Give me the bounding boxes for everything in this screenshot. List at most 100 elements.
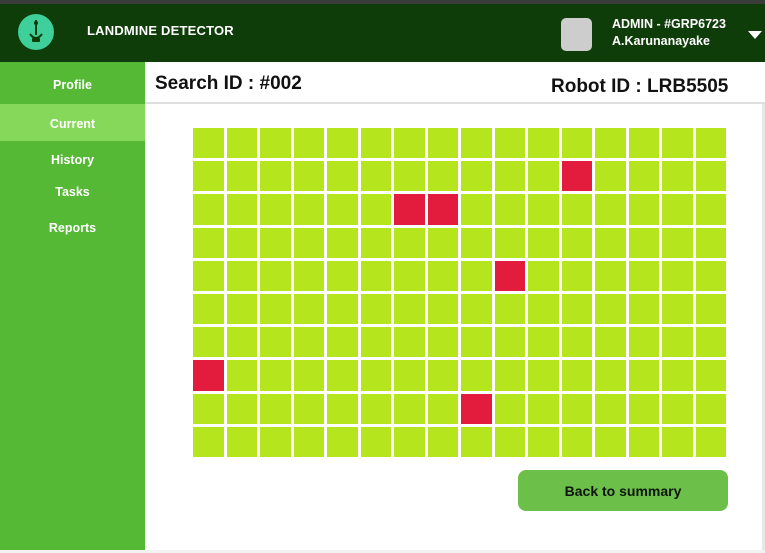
grid-cell[interactable]	[394, 426, 425, 457]
grid-cell[interactable]	[528, 227, 559, 258]
grid-cell[interactable]	[528, 426, 559, 457]
grid-cell[interactable]	[628, 227, 659, 258]
grid-cell[interactable]	[427, 227, 458, 258]
grid-cell[interactable]	[695, 360, 726, 391]
grid-cell[interactable]	[360, 294, 391, 325]
grid-cell-mine[interactable]	[561, 161, 592, 192]
grid-cell[interactable]	[193, 128, 224, 159]
grid-cell[interactable]	[360, 426, 391, 457]
grid-cell[interactable]	[561, 227, 592, 258]
grid-cell[interactable]	[394, 360, 425, 391]
grid-cell[interactable]	[528, 294, 559, 325]
grid-cell[interactable]	[528, 260, 559, 291]
grid-cell[interactable]	[494, 426, 525, 457]
grid-cell[interactable]	[695, 260, 726, 291]
grid-cell[interactable]	[461, 426, 492, 457]
grid-cell[interactable]	[226, 260, 257, 291]
grid-cell[interactable]	[193, 294, 224, 325]
grid-cell[interactable]	[662, 393, 693, 424]
grid-cell[interactable]	[394, 294, 425, 325]
grid-cell[interactable]	[561, 194, 592, 225]
grid-cell[interactable]	[528, 393, 559, 424]
grid-cell[interactable]	[695, 426, 726, 457]
grid-cell[interactable]	[260, 161, 291, 192]
grid-cell[interactable]	[595, 227, 626, 258]
grid-cell-mine[interactable]	[394, 194, 425, 225]
grid-cell[interactable]	[695, 161, 726, 192]
grid-cell[interactable]	[293, 227, 324, 258]
grid-cell[interactable]	[260, 327, 291, 358]
grid-cell[interactable]	[628, 161, 659, 192]
grid-cell[interactable]	[260, 227, 291, 258]
grid-cell[interactable]	[427, 260, 458, 291]
grid-cell[interactable]	[628, 426, 659, 457]
grid-cell[interactable]	[427, 161, 458, 192]
grid-cell[interactable]	[360, 260, 391, 291]
grid-cell[interactable]	[595, 327, 626, 358]
grid-cell[interactable]	[260, 260, 291, 291]
grid-cell[interactable]	[595, 194, 626, 225]
grid-cell[interactable]	[427, 393, 458, 424]
grid-cell[interactable]	[394, 393, 425, 424]
grid-cell[interactable]	[695, 327, 726, 358]
grid-cell-mine[interactable]	[494, 260, 525, 291]
sidebar-item-profile[interactable]: Profile	[0, 78, 145, 92]
grid-cell[interactable]	[260, 128, 291, 159]
grid-cell[interactable]	[427, 294, 458, 325]
grid-cell[interactable]	[427, 426, 458, 457]
grid-cell[interactable]	[260, 294, 291, 325]
grid-cell[interactable]	[561, 360, 592, 391]
grid-cell[interactable]	[360, 161, 391, 192]
grid-cell[interactable]	[293, 128, 324, 159]
avatar[interactable]	[561, 18, 592, 51]
grid-cell[interactable]	[528, 161, 559, 192]
grid-cell[interactable]	[260, 393, 291, 424]
grid-cell[interactable]	[293, 327, 324, 358]
grid-cell[interactable]	[561, 294, 592, 325]
chevron-down-icon[interactable]	[748, 31, 762, 39]
grid-cell[interactable]	[193, 227, 224, 258]
grid-cell[interactable]	[695, 294, 726, 325]
grid-cell[interactable]	[595, 128, 626, 159]
grid-cell[interactable]	[293, 393, 324, 424]
grid-cell[interactable]	[662, 327, 693, 358]
grid-cell[interactable]	[226, 294, 257, 325]
grid-cell[interactable]	[628, 260, 659, 291]
grid-cell[interactable]	[360, 360, 391, 391]
grid-cell-mine[interactable]	[461, 393, 492, 424]
grid-cell[interactable]	[628, 360, 659, 391]
grid-cell[interactable]	[461, 360, 492, 391]
grid-cell[interactable]	[293, 194, 324, 225]
grid-cell[interactable]	[327, 194, 358, 225]
grid-cell[interactable]	[327, 426, 358, 457]
grid-cell[interactable]	[494, 327, 525, 358]
grid-cell[interactable]	[193, 161, 224, 192]
grid-cell[interactable]	[561, 128, 592, 159]
grid-cell[interactable]	[494, 161, 525, 192]
grid-cell[interactable]	[427, 360, 458, 391]
grid-cell[interactable]	[293, 161, 324, 192]
grid-cell[interactable]	[394, 128, 425, 159]
grid-cell[interactable]	[394, 227, 425, 258]
grid-cell[interactable]	[494, 294, 525, 325]
grid-cell[interactable]	[193, 327, 224, 358]
grid-cell[interactable]	[494, 393, 525, 424]
grid-cell[interactable]	[461, 294, 492, 325]
grid-cell[interactable]	[226, 360, 257, 391]
grid-cell[interactable]	[293, 360, 324, 391]
grid-cell[interactable]	[394, 260, 425, 291]
grid-cell[interactable]	[327, 327, 358, 358]
grid-cell[interactable]	[193, 260, 224, 291]
grid-cell[interactable]	[226, 426, 257, 457]
grid-cell[interactable]	[260, 194, 291, 225]
grid-cell[interactable]	[662, 360, 693, 391]
grid-cell[interactable]	[561, 426, 592, 457]
grid-cell[interactable]	[327, 360, 358, 391]
grid-cell[interactable]	[695, 128, 726, 159]
grid-cell[interactable]	[360, 227, 391, 258]
grid-cell[interactable]	[628, 128, 659, 159]
grid-cell[interactable]	[461, 227, 492, 258]
grid-cell[interactable]	[327, 227, 358, 258]
grid-cell[interactable]	[528, 327, 559, 358]
sidebar-item-current[interactable]: Current	[0, 104, 145, 141]
